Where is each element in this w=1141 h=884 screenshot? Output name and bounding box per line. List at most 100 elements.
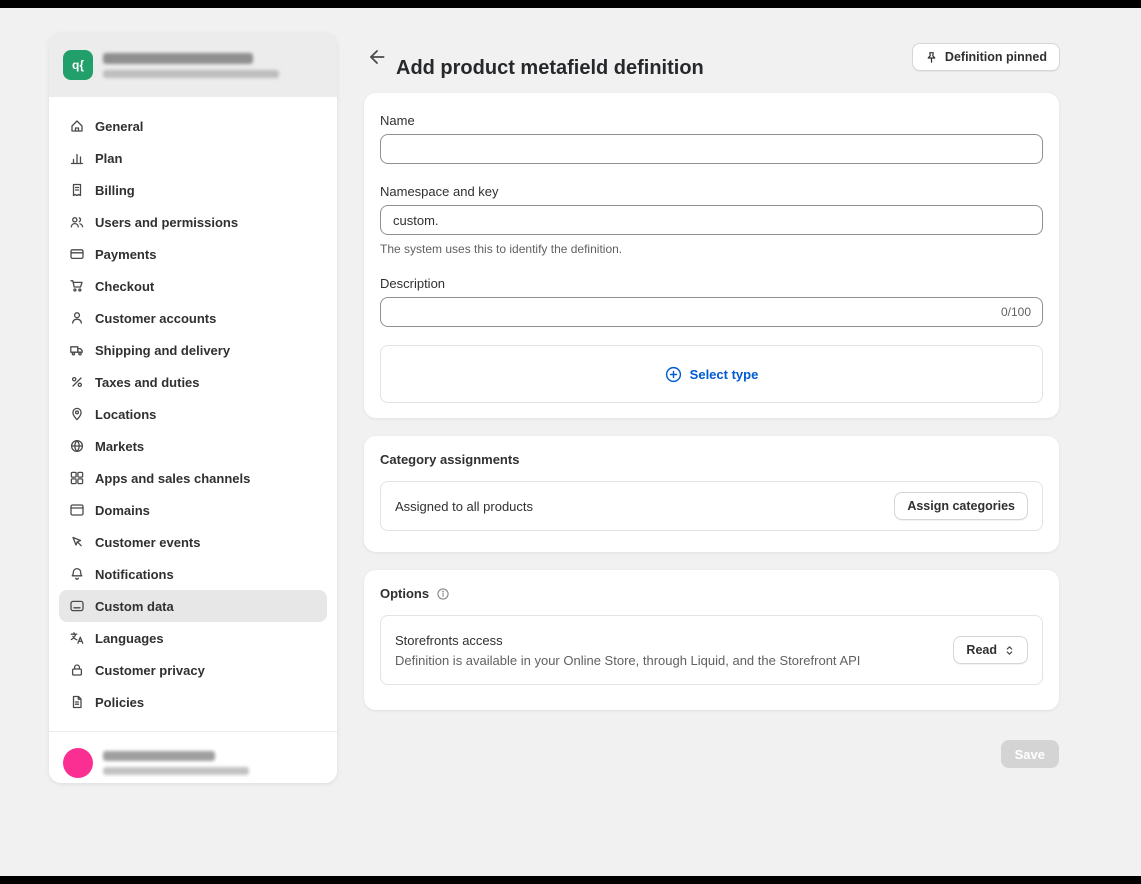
category-assignments-card: Category assignments Assigned to all pro… [364,436,1059,552]
character-counter: 0/100 [1001,305,1031,319]
sidebar-item-label: Customer events [95,535,200,550]
credit-card-icon [69,246,85,262]
sidebar-item-label: General [95,119,143,134]
sidebar-item-label: Checkout [95,279,154,294]
description-field: 0/100 [380,297,1043,327]
storefronts-access-select[interactable]: Read [953,636,1028,664]
name-input[interactable] [380,134,1043,164]
assign-categories-button[interactable]: Assign categories [894,492,1028,520]
sidebar-item-plan[interactable]: Plan [59,142,327,174]
store-url-redacted [103,70,279,78]
definition-form-card: Name Namespace and key The system uses t… [364,93,1059,418]
cursor-icon [69,534,85,550]
category-assignments-title: Category assignments [380,452,1043,467]
translate-icon [69,630,85,646]
chart-icon [69,150,85,166]
sidebar-item-label: Users and permissions [95,215,238,230]
storefronts-access-texts: Storefronts access Definition is availab… [395,633,860,668]
storefronts-access-row: Storefronts access Definition is availab… [380,615,1043,685]
sidebar-item-policies[interactable]: Policies [59,686,327,718]
cart-icon [69,278,85,294]
sidebar-item-label: Custom data [95,599,174,614]
home-icon [69,118,85,134]
sidebar-item-label: Payments [95,247,156,262]
user-name-redacted [103,751,215,761]
description-label: Description [380,276,1043,291]
sidebar-item-customer-events[interactable]: Customer events [59,526,327,558]
sidebar-item-custom-data[interactable]: Custom data [59,590,327,622]
page-title: Add product metafield definition [396,57,704,80]
sidebar-item-shipping-and-delivery[interactable]: Shipping and delivery [59,334,327,366]
receipt-icon [69,182,85,198]
sidebar-item-label: Policies [95,695,144,710]
sidebar-item-label: Customer accounts [95,311,216,326]
sidebar-item-label: Taxes and duties [95,375,200,390]
sidebar-item-label: Notifications [95,567,174,582]
account-switcher[interactable] [49,731,337,783]
settings-sidebar: q{ General Plan Billing Users and permis [49,33,337,783]
sidebar-item-label: Shipping and delivery [95,343,230,358]
store-name-redacted [103,53,253,64]
sidebar-item-label: Markets [95,439,144,454]
definition-pinned-button[interactable]: Definition pinned [912,43,1060,71]
sidebar-nav: General Plan Billing Users and permissio… [49,97,337,731]
user-avatar [63,748,93,778]
store-avatar: q{ [63,50,93,80]
description-input[interactable] [380,297,1043,327]
sidebar-item-general[interactable]: General [59,110,327,142]
sidebar-item-label: Customer privacy [95,663,205,678]
browser-icon [69,502,85,518]
percent-icon [69,374,85,390]
namespace-help-text: The system uses this to identify the def… [380,242,1043,256]
sidebar-item-users-and-permissions[interactable]: Users and permissions [59,206,327,238]
sidebar-item-label: Billing [95,183,135,198]
sidebar-item-payments[interactable]: Payments [59,238,327,270]
select-caret-icon [1004,645,1015,656]
document-icon [69,694,85,710]
person-icon [69,310,85,326]
sidebar-item-domains[interactable]: Domains [59,494,327,526]
sidebar-item-notifications[interactable]: Notifications [59,558,327,590]
storefronts-access-title: Storefronts access [395,633,860,648]
sidebar-item-label: Domains [95,503,150,518]
user-email-redacted [103,767,249,775]
sidebar-item-taxes-and-duties[interactable]: Taxes and duties [59,366,327,398]
globe-icon [69,438,85,454]
sidebar-item-billing[interactable]: Billing [59,174,327,206]
sidebar-item-customer-accounts[interactable]: Customer accounts [59,302,327,334]
sidebar-item-label: Locations [95,407,156,422]
sidebar-item-label: Plan [95,151,122,166]
bottom-chrome-bar [0,876,1141,884]
sidebar-item-apps-and-sales-channels[interactable]: Apps and sales channels [59,462,327,494]
sidebar-item-markets[interactable]: Markets [59,430,327,462]
name-label: Name [380,113,1043,128]
save-button[interactable]: Save [1001,740,1059,768]
definition-pinned-label: Definition pinned [945,50,1047,64]
storefronts-access-description: Definition is available in your Online S… [395,653,860,668]
sidebar-item-label: Apps and sales channels [95,471,250,486]
user-identity [103,751,249,775]
category-assignment-row: Assigned to all products Assign categori… [380,481,1043,531]
options-title: Options [380,586,429,601]
store-identity [103,53,279,78]
back-arrow-icon[interactable] [366,46,388,68]
pin-icon [925,51,938,64]
database-icon [69,598,85,614]
namespace-key-input[interactable] [380,205,1043,235]
info-icon[interactable] [436,587,450,601]
store-switcher[interactable]: q{ [49,33,337,97]
sidebar-item-locations[interactable]: Locations [59,398,327,430]
select-type-button[interactable]: Select type [380,345,1043,403]
select-type-label: Select type [690,367,759,382]
sidebar-item-customer-privacy[interactable]: Customer privacy [59,654,327,686]
sidebar-item-languages[interactable]: Languages [59,622,327,654]
users-icon [69,214,85,230]
storefronts-access-value: Read [966,643,997,657]
plus-circle-icon [665,366,682,383]
top-chrome-bar [0,0,1141,8]
truck-icon [69,342,85,358]
apps-grid-icon [69,470,85,486]
sidebar-item-checkout[interactable]: Checkout [59,270,327,302]
options-card: Options Storefronts access Definition is… [364,570,1059,710]
assignment-status-text: Assigned to all products [395,499,533,514]
